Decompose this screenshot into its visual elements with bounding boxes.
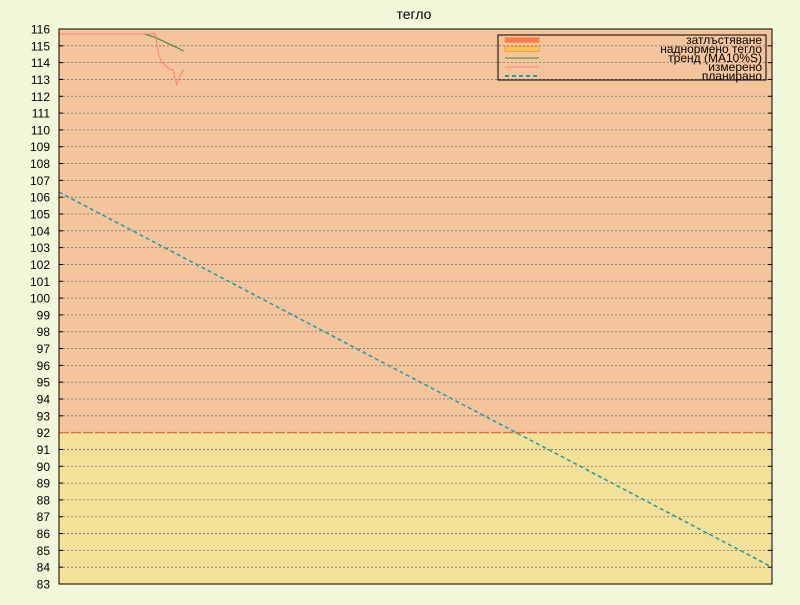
ytick-label-107: 107 (30, 174, 50, 188)
ytick-label-111: 111 (32, 107, 51, 121)
ytick-label-112: 112 (31, 90, 50, 104)
ytick-label-108: 108 (30, 157, 50, 171)
ytick-label-93: 93 (37, 409, 51, 423)
ytick-label-96: 96 (37, 359, 51, 373)
ytick-label-90: 90 (37, 460, 51, 474)
ytick-label-104: 104 (30, 224, 50, 238)
legend-swatch-0 (504, 37, 540, 43)
ytick-label-99: 99 (37, 308, 51, 322)
ytick-label-85: 85 (37, 544, 51, 558)
ytick-label-100: 100 (30, 292, 50, 306)
ytick-label-105: 105 (30, 208, 50, 222)
ytick-label-95: 95 (37, 376, 51, 390)
ytick-label-88: 88 (37, 493, 51, 507)
chart-container: 83 84 85 86 87 88 89 90 91 92 93 94 95 96 97 98 99 100 101… (0, 0, 800, 600)
band-1 (59, 432, 772, 584)
ytick-label-113: 113 (31, 73, 50, 87)
ytick-label-102: 102 (30, 258, 50, 272)
legend-swatch-1 (504, 46, 540, 52)
legend-label-4: планирано (702, 69, 762, 83)
weight-chart: 83 84 85 86 87 88 89 90 91 92 93 94 95 96 97 98 99 100 101… (30, 6, 773, 592)
ytick-label-110: 110 (31, 123, 50, 137)
ytick-label-109: 109 (30, 140, 50, 154)
ytick-label-98: 98 (37, 325, 51, 339)
ytick-label-87: 87 (37, 510, 51, 524)
ytick-label-115: 115 (31, 39, 50, 53)
ytick-label-106: 106 (30, 191, 50, 205)
ytick-label-94: 94 (37, 393, 51, 407)
ytick-label-91: 91 (37, 443, 51, 457)
ytick-label-83: 83 (37, 578, 51, 592)
ytick-label-92: 92 (37, 426, 51, 440)
ytick-label-103: 103 (30, 241, 50, 255)
ytick-label-116: 116 (31, 23, 50, 37)
ytick-label-89: 89 (37, 477, 51, 491)
chart-title: тегло (397, 6, 432, 22)
ytick-label-84: 84 (37, 561, 51, 575)
ytick-label-97: 97 (37, 342, 51, 356)
ytick-label-86: 86 (37, 527, 51, 541)
ytick-label-114: 114 (31, 56, 50, 70)
ytick-label-101: 101 (30, 275, 50, 289)
